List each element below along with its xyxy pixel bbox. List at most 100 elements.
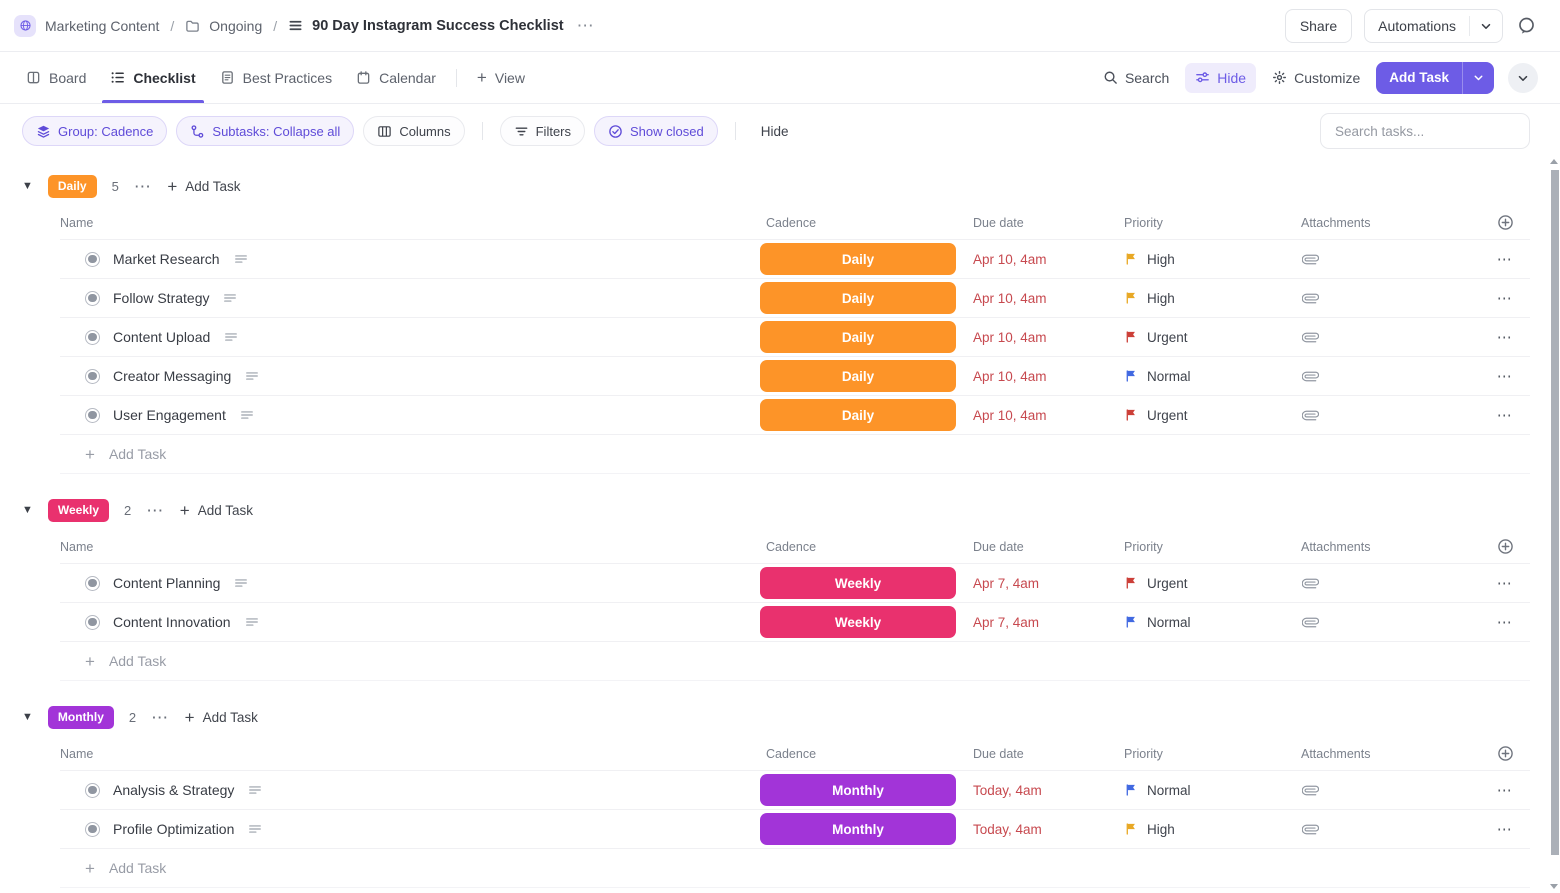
task-name[interactable]: Content Innovation: [113, 614, 231, 630]
filters-pill[interactable]: Filters: [500, 116, 585, 146]
cadence-pill[interactable]: Daily: [760, 243, 956, 275]
task-name[interactable]: Analysis & Strategy: [113, 782, 234, 798]
group-more-button[interactable]: ⋯: [146, 502, 165, 519]
task-status-icon[interactable]: [85, 408, 100, 423]
cadence-pill[interactable]: Weekly: [760, 567, 956, 599]
row-more-button[interactable]: ⋯: [1497, 822, 1514, 837]
column-due-date[interactable]: Due date: [973, 540, 1124, 554]
cadence-pill[interactable]: Daily: [760, 282, 956, 314]
due-date[interactable]: Apr 10, 4am: [973, 369, 1124, 384]
priority-cell[interactable]: Urgent: [1124, 408, 1301, 423]
priority-cell[interactable]: Urgent: [1124, 330, 1301, 345]
breadcrumb-space[interactable]: Marketing Content: [45, 18, 159, 34]
task-name[interactable]: Profile Optimization: [113, 821, 234, 837]
paperclip-icon[interactable]: [1301, 368, 1480, 385]
group-more-button[interactable]: ⋯: [134, 178, 153, 195]
column-attachments[interactable]: Attachments: [1301, 540, 1480, 554]
task-status-icon[interactable]: [85, 330, 100, 345]
task-row[interactable]: Follow Strategy Daily Apr 10, 4am High ⋯: [60, 279, 1530, 318]
add-column-icon[interactable]: [1497, 538, 1514, 555]
chevron-down-icon[interactable]: [1462, 62, 1494, 94]
column-due-date[interactable]: Due date: [973, 216, 1124, 230]
subtasks-pill[interactable]: Subtasks: Collapse all: [176, 116, 354, 146]
hide-button[interactable]: Hide: [1185, 63, 1256, 93]
task-status-icon[interactable]: [85, 783, 100, 798]
task-status-icon[interactable]: [85, 576, 100, 591]
row-more-button[interactable]: ⋯: [1497, 291, 1514, 306]
automations-button[interactable]: Automations: [1364, 9, 1503, 43]
add-view-button[interactable]: + View: [465, 52, 537, 103]
column-priority[interactable]: Priority: [1124, 747, 1301, 761]
breadcrumb-more-button[interactable]: ⋯: [573, 16, 599, 36]
task-name[interactable]: Content Upload: [113, 329, 210, 345]
paperclip-icon[interactable]: [1301, 782, 1480, 799]
column-name[interactable]: Name: [60, 216, 760, 230]
share-button[interactable]: Share: [1285, 9, 1352, 43]
scrollbar-down-arrow[interactable]: [1550, 884, 1558, 889]
customize-button[interactable]: Customize: [1262, 63, 1370, 93]
vertical-scrollbar[interactable]: [1551, 170, 1559, 855]
paperclip-icon[interactable]: [1301, 407, 1480, 424]
tab-calendar[interactable]: Calendar: [344, 52, 448, 103]
priority-cell[interactable]: High: [1124, 291, 1301, 306]
cadence-pill[interactable]: Daily: [760, 399, 956, 431]
tab-board[interactable]: Board: [14, 52, 98, 103]
due-date[interactable]: Apr 10, 4am: [973, 291, 1124, 306]
columns-pill[interactable]: Columns: [363, 116, 464, 146]
column-name[interactable]: Name: [60, 747, 760, 761]
column-cadence[interactable]: Cadence: [760, 540, 973, 554]
group-add-task-button[interactable]: +Add Task: [167, 178, 240, 195]
task-row[interactable]: Content Upload Daily Apr 10, 4am Urgent …: [60, 318, 1530, 357]
row-more-button[interactable]: ⋯: [1497, 369, 1514, 384]
due-date[interactable]: Apr 7, 4am: [973, 615, 1124, 630]
tab-checklist[interactable]: Checklist: [98, 52, 207, 103]
due-date[interactable]: Apr 10, 4am: [973, 252, 1124, 267]
row-more-button[interactable]: ⋯: [1497, 252, 1514, 267]
add-task-row[interactable]: +Add Task: [60, 849, 1530, 888]
priority-cell[interactable]: High: [1124, 252, 1301, 267]
task-name[interactable]: User Engagement: [113, 407, 226, 423]
column-name[interactable]: Name: [60, 540, 760, 554]
column-cadence[interactable]: Cadence: [760, 216, 973, 230]
collapse-caret-icon[interactable]: ▼: [22, 712, 33, 723]
collapse-header-button[interactable]: [1508, 63, 1538, 93]
paperclip-icon[interactable]: [1301, 575, 1480, 592]
column-due-date[interactable]: Due date: [973, 747, 1124, 761]
due-date[interactable]: Apr 7, 4am: [973, 576, 1124, 591]
priority-cell[interactable]: Normal: [1124, 369, 1301, 384]
task-row[interactable]: User Engagement Daily Apr 10, 4am Urgent…: [60, 396, 1530, 435]
cadence-pill[interactable]: Weekly: [760, 606, 956, 638]
paperclip-icon[interactable]: [1301, 821, 1480, 838]
due-date[interactable]: Apr 10, 4am: [973, 408, 1124, 423]
task-row[interactable]: Content Innovation Weekly Apr 7, 4am Nor…: [60, 603, 1530, 642]
collapse-caret-icon[interactable]: ▼: [22, 505, 33, 516]
chevron-down-icon[interactable]: [1469, 16, 1502, 36]
row-more-button[interactable]: ⋯: [1497, 330, 1514, 345]
paperclip-icon[interactable]: [1301, 251, 1480, 268]
show-closed-pill[interactable]: Show closed: [594, 116, 718, 146]
task-row[interactable]: Market Research Daily Apr 10, 4am High ⋯: [60, 240, 1530, 279]
task-name[interactable]: Follow Strategy: [113, 290, 209, 306]
priority-cell[interactable]: Normal: [1124, 783, 1301, 798]
priority-cell[interactable]: Urgent: [1124, 576, 1301, 591]
task-row[interactable]: Analysis & Strategy Monthly Today, 4am N…: [60, 771, 1530, 810]
priority-cell[interactable]: Normal: [1124, 615, 1301, 630]
task-name[interactable]: Creator Messaging: [113, 368, 231, 384]
scrollbar-up-arrow[interactable]: [1550, 159, 1558, 164]
paperclip-icon[interactable]: [1301, 329, 1480, 346]
add-task-row[interactable]: +Add Task: [60, 642, 1530, 681]
row-more-button[interactable]: ⋯: [1497, 408, 1514, 423]
group-badge[interactable]: Weekly: [48, 499, 109, 522]
task-status-icon[interactable]: [85, 252, 100, 267]
task-row[interactable]: Content Planning Weekly Apr 7, 4am Urgen…: [60, 564, 1530, 603]
column-priority[interactable]: Priority: [1124, 540, 1301, 554]
task-status-icon[interactable]: [85, 291, 100, 306]
add-column-icon[interactable]: [1497, 745, 1514, 762]
group-more-button[interactable]: ⋯: [151, 709, 170, 726]
tab-best-practices[interactable]: Best Practices: [208, 52, 344, 103]
group-badge[interactable]: Monthly: [48, 706, 114, 729]
add-column-icon[interactable]: [1497, 214, 1514, 231]
column-priority[interactable]: Priority: [1124, 216, 1301, 230]
task-status-icon[interactable]: [85, 615, 100, 630]
task-row[interactable]: Profile Optimization Monthly Today, 4am …: [60, 810, 1530, 849]
